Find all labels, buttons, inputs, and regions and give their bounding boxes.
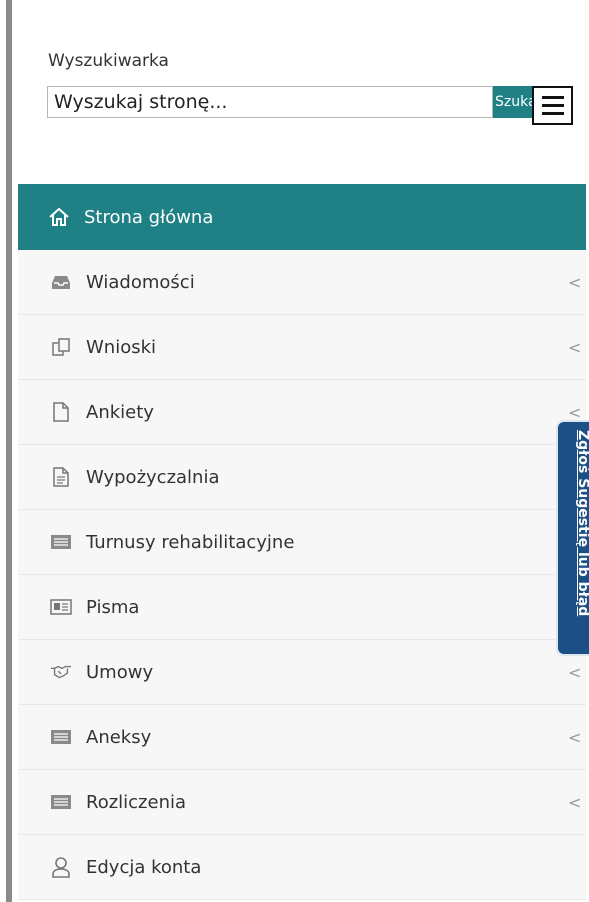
menu-toggle-icon[interactable]	[532, 86, 573, 125]
search-label: Wyszukiwarka	[48, 51, 169, 71]
user-icon	[50, 856, 72, 878]
menu-item-ankiety[interactable]: Ankiety <	[18, 380, 586, 445]
search-input[interactable]	[47, 86, 493, 118]
main-menu: Strona główna Wiadomości < Wnioski < Ank…	[18, 184, 586, 900]
chevron-left-icon: <	[568, 272, 582, 292]
menu-item-rozliczenia[interactable]: Rozliczenia <	[18, 770, 586, 835]
menu-item-label: Ankiety	[86, 401, 154, 423]
chevron-left-icon: <	[568, 727, 582, 747]
feedback-label: Zgłoś Sugestię lub błąd	[575, 430, 589, 617]
menu-item-label: Pisma	[86, 596, 140, 618]
menu-item-label: Strona główna	[84, 206, 214, 228]
menu-item-label: Wypożyczalnia	[86, 466, 220, 488]
chevron-left-icon: <	[568, 792, 582, 812]
menu-item-label: Turnusy rehabilitacyjne	[86, 531, 295, 553]
menu-item-label: Umowy	[86, 661, 154, 683]
menu-item-label: Rozliczenia	[86, 791, 187, 813]
menu-item-turnusy[interactable]: Turnusy rehabilitacyjne <	[18, 510, 586, 575]
menu-item-wnioski[interactable]: Wnioski <	[18, 315, 586, 380]
handshake-icon	[50, 661, 72, 683]
menu-item-label: Wiadomości	[86, 271, 195, 293]
chevron-left-icon: <	[568, 662, 582, 682]
list-card-icon	[50, 531, 72, 553]
menu-item-pisma[interactable]: Pisma <	[18, 575, 586, 640]
file-text-icon	[50, 466, 72, 488]
menu-item-strona-glowna[interactable]: Strona główna	[18, 184, 586, 250]
inbox-icon	[50, 271, 72, 293]
feedback-tab[interactable]: Zgłoś Sugestię lub błąd	[556, 420, 589, 656]
menu-item-wiadomosci[interactable]: Wiadomości <	[18, 250, 586, 315]
menu-item-edycja-konta[interactable]: Edycja konta	[18, 835, 586, 900]
newspaper-icon	[50, 596, 72, 618]
file-icon	[50, 401, 72, 423]
menu-item-wypozyczalnia[interactable]: Wypożyczalnia <	[18, 445, 586, 510]
list-card-icon	[50, 791, 72, 813]
home-icon	[48, 206, 70, 228]
chevron-left-icon: <	[568, 337, 582, 357]
documents-icon	[50, 336, 72, 358]
chevron-left-icon: <	[568, 402, 582, 422]
menu-item-umowy[interactable]: Umowy <	[18, 640, 586, 705]
sidebar: Wyszukiwarka Szukaj Strona główna Wiadom…	[18, 0, 586, 902]
page-left-border	[0, 0, 12, 902]
menu-item-aneksy[interactable]: Aneksy <	[18, 705, 586, 770]
menu-item-label: Aneksy	[86, 726, 152, 748]
search-form: Szukaj	[47, 86, 555, 120]
menu-item-label: Edycja konta	[86, 856, 202, 878]
list-card-icon	[50, 726, 72, 748]
menu-item-label: Wnioski	[86, 336, 157, 358]
